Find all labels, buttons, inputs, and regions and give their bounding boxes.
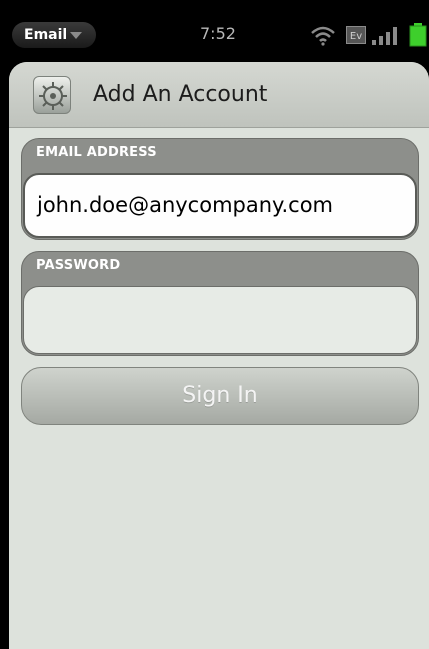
header: Add An Account [9,62,429,128]
account-settings-icon [33,76,71,114]
wifi-icon [311,26,335,46]
email-field-label: EMAIL ADDRESS [36,145,157,160]
ev-label: Ev [350,31,362,42]
email-field-group: EMAIL ADDRESS john.doe@anycompany.com [21,138,419,240]
status-icons: Ev [309,22,429,48]
chevron-down-icon [70,32,82,39]
status-bar: Email 7:52 Ev [0,0,429,58]
password-field-group: PASSWORD [21,251,419,356]
ev-icon: Ev [346,26,366,44]
password-field-label: PASSWORD [36,258,121,273]
email-field[interactable]: john.doe@anycompany.com [23,173,417,238]
sign-in-button[interactable]: Sign In [21,367,419,425]
clock: 7:52 [200,24,236,43]
app-menu-label: Email [24,27,68,43]
app-menu-button[interactable]: Email [12,22,96,48]
page-title: Add An Account [93,82,268,107]
battery-icon [409,23,427,47]
add-account-card: Add An Account EMAIL ADDRESS john.doe@an… [9,62,429,649]
password-field[interactable] [23,286,417,354]
signal-icon [372,27,397,45]
